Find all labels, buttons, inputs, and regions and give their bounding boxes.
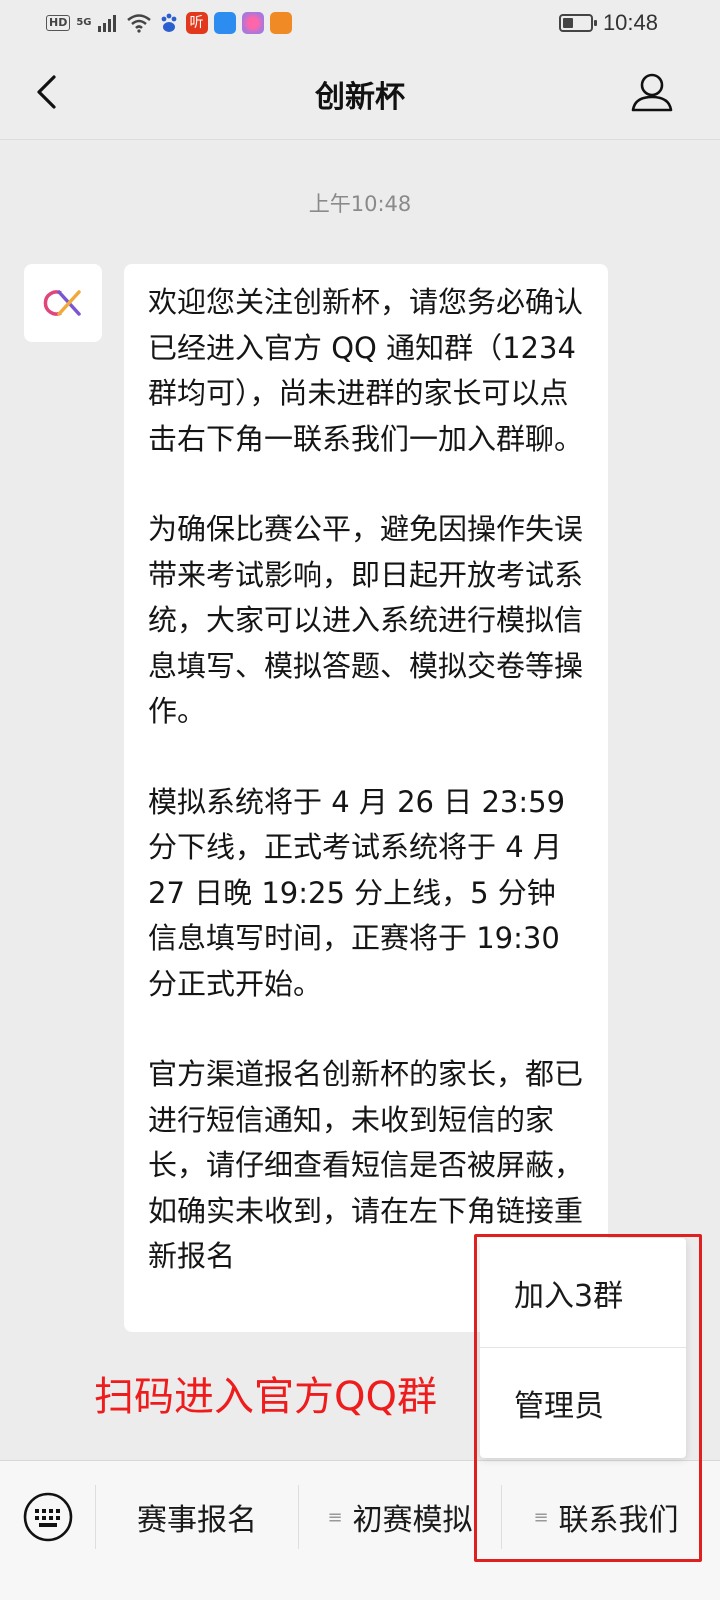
bottom-menu-bar: 赛事报名 ≡ 初赛模拟 ≡ 联系我们 [0, 1460, 720, 1600]
contact-submenu-popup: 加入3群 管理员 [480, 1238, 686, 1458]
battery-level [562, 18, 574, 28]
status-icons-right: 10:48 [558, 10, 658, 36]
submenu-item-admin[interactable]: 管理员 [480, 1348, 686, 1458]
person-icon [631, 73, 673, 112]
account-avatar[interactable] [24, 264, 102, 342]
profile-button[interactable] [628, 68, 676, 116]
video-app-icon [269, 12, 292, 34]
petal-app-icon [241, 12, 264, 34]
message-bubble[interactable]: 欢迎您关注创新杯，请您务必确认已经进入官方 QQ 通知群（1234 群均可），尚… [124, 264, 608, 1332]
battery-icon [558, 14, 597, 32]
keyboard-icon [23, 1492, 73, 1542]
message-paragraph: 为确保比赛公平，避免因操作失误带来考试影响，即日起开放考试系统，大家可以进入系统… [148, 512, 584, 728]
message-timestamp: 上午10:48 [308, 192, 412, 216]
submenu-item-join-group-3[interactable]: 加入3群 [480, 1238, 686, 1348]
baidu-app-icon [161, 13, 176, 32]
cx-logo-icon [43, 290, 81, 316]
status-icons-left: HD 5G 听 [46, 10, 292, 36]
nav-bar: 创新杯 [0, 46, 720, 140]
signal-icon [97, 15, 116, 32]
menu-item-contact-us[interactable]: ≡ 联系我们 [502, 1461, 710, 1573]
submenu-item-label: 管理员 [514, 1389, 604, 1424]
menu-item-label: 初赛模拟 [352, 1503, 473, 1538]
message-paragraph: 欢迎您关注创新杯，请您务必确认已经进入官方 QQ 通知群（1234 群均可），尚… [148, 285, 584, 456]
submenu-item-label: 加入3群 [514, 1279, 624, 1314]
network-5g-icon: 5G [76, 17, 92, 28]
clock: 10:48 [602, 10, 658, 35]
submenu-lines-icon: ≡ [327, 1506, 343, 1528]
listen-app-icon: 听 [185, 12, 208, 34]
qr-caption-annotation: 扫码进入官方QQ群 [94, 1374, 437, 1420]
menu-item-label: 赛事报名 [137, 1503, 257, 1538]
menu-item-mock-exam[interactable]: ≡ 初赛模拟 [299, 1461, 501, 1573]
menu-item-label: 联系我们 [558, 1503, 679, 1538]
wifi-icon [126, 14, 151, 33]
status-bar: HD 5G 听 10:48 [0, 0, 720, 46]
message-paragraph: 模拟系统将于 4 月 26 日 23:59 分下线，正式考试系统将于 4 月 2… [148, 784, 566, 1001]
submenu-lines-icon: ≡ [533, 1506, 549, 1528]
keyboard-toggle-button[interactable] [22, 1491, 74, 1543]
page-title: 创新杯 [315, 80, 405, 115]
cloud-app-icon [213, 12, 236, 34]
menu-item-registration[interactable]: 赛事报名 [96, 1461, 298, 1573]
hd-icon: HD [46, 15, 71, 31]
